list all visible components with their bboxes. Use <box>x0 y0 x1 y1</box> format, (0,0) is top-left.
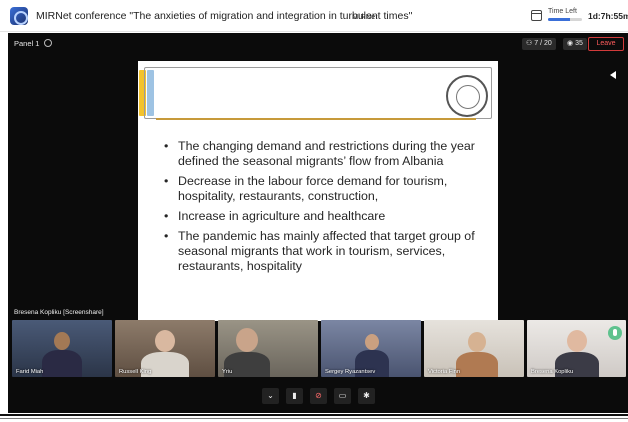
leave-button[interactable]: Leave <box>588 37 624 51</box>
active-speaker-mic-icon <box>608 326 622 340</box>
participant-name: Victoria Finn <box>428 369 461 375</box>
screen-share-icon[interactable]: ▭ <box>334 388 351 404</box>
participants-count-text: 7 / 20 <box>534 40 552 47</box>
participant-name: Yriu <box>222 369 233 375</box>
conference-stage: Panel 1 ⚇ 7 / 20 ◉ 35 Leave The changing… <box>8 33 628 413</box>
participant-video <box>468 332 486 352</box>
participant-tile[interactable]: Russell King <box>115 320 215 377</box>
participant-video <box>567 330 587 352</box>
screenshare-label: Bresena Kopliku [Screenshare] <box>14 309 104 316</box>
camera-icon[interactable]: ▮ <box>286 388 303 404</box>
people-icon: ⚇ <box>526 40 535 47</box>
time-left-value: 1d:7h:55m <box>588 11 628 21</box>
shared-slide: The changing demand and restrictions dur… <box>138 61 498 321</box>
panel-label: Panel 1 <box>14 39 52 48</box>
participant-tile[interactable]: Victoria Finn <box>424 320 524 377</box>
participant-video-body <box>456 352 498 377</box>
settings-icon[interactable]: ✱ <box>358 388 375 404</box>
info-icon[interactable] <box>43 39 52 47</box>
viewer-count[interactable]: ◉ 35 <box>563 38 587 50</box>
time-left-bar-fill <box>548 18 571 21</box>
participant-strip: Farid Miah Russell King Yriu Sergey Ryaz… <box>12 320 626 378</box>
participant-tile[interactable]: Sergey Ryazantsev <box>321 320 421 377</box>
participant-tile[interactable]: Farid Miah <box>12 320 112 377</box>
participant-video <box>236 328 258 352</box>
slide-header-rule <box>156 118 476 120</box>
slide-bullet-list: The changing demand and restrictions dur… <box>164 139 494 279</box>
org-tag[interactable]: MIRNet <box>352 12 377 21</box>
panel-label-text: Panel 1 <box>14 39 40 48</box>
slide-bullet: The pandemic has mainly affected that ta… <box>164 229 494 274</box>
participant-tile[interactable]: Bresena Kopliku <box>527 320 626 377</box>
mic-muted-icon[interactable]: ⊘ <box>310 388 327 404</box>
participant-name: Russell King <box>119 369 152 375</box>
participant-video-body <box>42 350 82 377</box>
app-logo <box>10 7 28 25</box>
time-left-label: Time Left <box>548 8 577 15</box>
participant-video <box>365 334 379 350</box>
eye-icon: ◉ <box>567 40 576 47</box>
call-controls: ⌄ ▮ ⊘ ▭ ✱ <box>262 388 382 404</box>
collapse-arrow-icon[interactable] <box>610 71 616 79</box>
participant-video <box>54 332 70 350</box>
participant-name: Farid Miah <box>16 369 44 375</box>
university-seal <box>446 75 488 117</box>
chevron-down-icon[interactable]: ⌄ <box>262 388 279 404</box>
slide-bullet: Increase in agriculture and healthcare <box>164 209 494 224</box>
top-bar: MIRNet conference "The anxieties of migr… <box>0 0 628 32</box>
participant-tile[interactable]: Yriu <box>218 320 318 377</box>
viewer-count-text: 35 <box>575 40 583 47</box>
participant-name: Sergey Ryazantsev <box>325 369 376 375</box>
calendar-icon[interactable] <box>531 10 542 21</box>
slide-header-frame <box>144 67 492 119</box>
slide-bullet: Decrease in the labour force demand for … <box>164 174 494 204</box>
time-left-bar <box>548 18 582 21</box>
participant-name: Bresena Kopliku <box>531 369 574 375</box>
bottom-divider-secondary <box>0 418 628 419</box>
participants-count[interactable]: ⚇ 7 / 20 <box>522 38 556 50</box>
bottom-divider <box>0 414 628 416</box>
participant-video <box>155 330 175 352</box>
slide-bullet: The changing demand and restrictions dur… <box>164 139 494 169</box>
